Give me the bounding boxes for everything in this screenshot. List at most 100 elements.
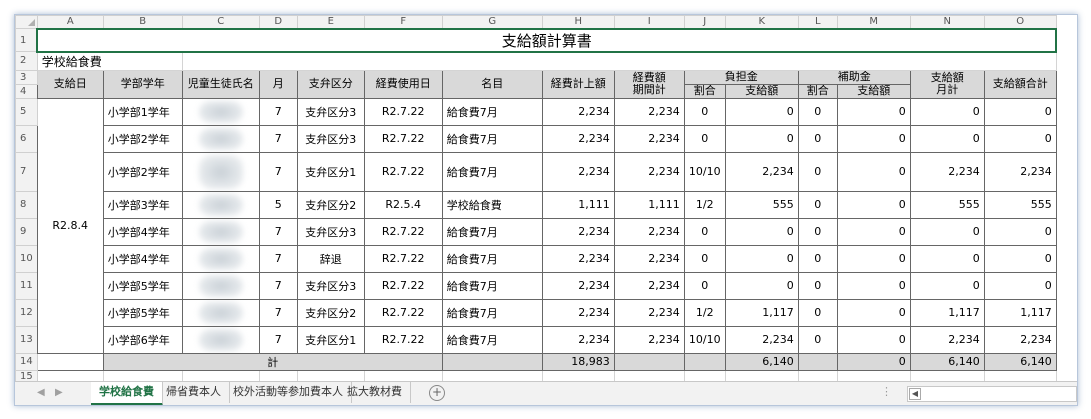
grade-cell[interactable]: 小学部2学年 <box>102 151 183 192</box>
header-expense-date[interactable]: 経費使用日 <box>363 69 443 99</box>
burden-ratio-cell[interactable]: 0 <box>683 244 726 273</box>
column-header[interactable]: E <box>296 15 365 29</box>
item-cell[interactable]: 給食費7月 <box>441 271 543 300</box>
row-header[interactable]: 5 <box>15 97 38 126</box>
grand-total-cell[interactable]: 0 <box>983 271 1057 300</box>
totals-grand-total[interactable]: 6,140 <box>983 352 1057 371</box>
expense-date-cell[interactable]: R2.7.22 <box>363 244 443 273</box>
document-title[interactable]: 支給額計算書 <box>36 27 1058 53</box>
add-sheet-icon[interactable]: + <box>429 385 445 401</box>
monthly-total-cell[interactable]: 555 <box>909 190 985 219</box>
header-month[interactable]: 月 <box>258 69 298 99</box>
column-header[interactable]: L <box>797 15 838 29</box>
item-cell[interactable]: 給食費7月 <box>441 325 543 354</box>
burden-amount-cell[interactable]: 2,234 <box>724 151 799 192</box>
row-header[interactable]: 9 <box>15 217 38 246</box>
subsidy-ratio-cell[interactable]: 0 <box>797 190 838 219</box>
category-cell[interactable]: 支弁区分3 <box>296 217 365 246</box>
grand-total-cell[interactable]: 0 <box>983 97 1057 126</box>
column-header[interactable]: B <box>102 15 183 29</box>
burden-amount-cell[interactable]: 555 <box>724 190 799 219</box>
scroll-left-arrow-icon[interactable]: ◀ <box>909 388 921 400</box>
burden-ratio-cell[interactable]: 10/10 <box>683 151 726 192</box>
month-cell[interactable]: 7 <box>258 325 298 354</box>
expense-date-cell[interactable]: R2.7.22 <box>363 124 443 153</box>
expense-period-cell[interactable]: 2,234 <box>613 325 685 354</box>
burden-amount-cell[interactable]: 0 <box>724 124 799 153</box>
month-cell[interactable]: 7 <box>258 124 298 153</box>
burden-ratio-cell[interactable]: 1/2 <box>683 190 726 219</box>
monthly-total-cell[interactable]: 2,234 <box>909 325 985 354</box>
grand-total-cell[interactable]: 1,117 <box>983 298 1057 327</box>
header-grand-total[interactable]: 支給額合計 <box>983 69 1057 99</box>
grade-cell[interactable]: 小学部1学年 <box>102 97 183 126</box>
student-name-cell[interactable] <box>181 298 260 327</box>
category-cell[interactable]: 支弁区分3 <box>296 124 365 153</box>
grade-cell[interactable]: 小学部3学年 <box>102 190 183 219</box>
category-cell[interactable]: 支弁区分3 <box>296 271 365 300</box>
month-cell[interactable]: 5 <box>258 190 298 219</box>
subsidy-amount-cell[interactable]: 0 <box>836 217 911 246</box>
monthly-total-cell[interactable]: 2,234 <box>909 151 985 192</box>
category-cell[interactable]: 辞退 <box>296 244 365 273</box>
monthly-total-cell[interactable]: 0 <box>909 97 985 126</box>
grand-total-cell[interactable]: 0 <box>983 244 1057 273</box>
column-header[interactable]: O <box>983 15 1057 29</box>
expense-period-cell[interactable]: 2,234 <box>613 97 685 126</box>
column-header[interactable]: N <box>909 15 985 29</box>
header-burden-amount[interactable]: 支給額 <box>724 83 799 99</box>
header-student-name[interactable]: 児童生徒氏名 <box>181 69 260 99</box>
empty-cell[interactable] <box>683 352 726 371</box>
burden-amount-cell[interactable]: 2,234 <box>724 325 799 354</box>
item-cell[interactable]: 給食費7月 <box>441 244 543 273</box>
header-monthly[interactable]: 支給額 月計 <box>909 69 985 99</box>
row-header[interactable]: 7 <box>15 151 38 192</box>
header-burden-ratio[interactable]: 割合 <box>683 83 726 99</box>
totals-subsidy-amount[interactable]: 0 <box>836 352 911 371</box>
column-header[interactable]: H <box>541 15 615 29</box>
expense-date-cell[interactable]: R2.7.22 <box>363 271 443 300</box>
grade-cell[interactable]: 小学部5学年 <box>102 298 183 327</box>
empty-cell[interactable] <box>797 352 838 371</box>
grade-cell[interactable]: 小学部2学年 <box>102 124 183 153</box>
totals-expense[interactable]: 18,983 <box>541 352 615 371</box>
subsidy-amount-cell[interactable]: 0 <box>836 97 911 126</box>
header-expense-period[interactable]: 経費額 期間計 <box>613 69 685 99</box>
subsidy-ratio-cell[interactable]: 0 <box>797 298 838 327</box>
expense-date-cell[interactable]: R2.7.22 <box>363 151 443 192</box>
row-header[interactable]: 13 <box>15 325 38 354</box>
section-label[interactable]: 学校給食費 <box>36 51 183 71</box>
column-header[interactable]: J <box>683 15 726 29</box>
expense-total-cell[interactable]: 2,234 <box>541 298 615 327</box>
burden-ratio-cell[interactable]: 0 <box>683 271 726 300</box>
item-cell[interactable]: 給食費7月 <box>441 151 543 192</box>
item-cell[interactable]: 学校給食費 <box>441 190 543 219</box>
row-header[interactable]: 12 <box>15 298 38 327</box>
column-header[interactable]: I <box>613 15 685 29</box>
burden-ratio-cell[interactable]: 0 <box>683 217 726 246</box>
monthly-total-cell[interactable]: 0 <box>909 217 985 246</box>
burden-ratio-cell[interactable]: 0 <box>683 124 726 153</box>
burden-ratio-cell[interactable]: 0 <box>683 97 726 126</box>
monthly-total-cell[interactable]: 0 <box>909 271 985 300</box>
column-header[interactable]: F <box>363 15 443 29</box>
subsidy-ratio-cell[interactable]: 0 <box>797 325 838 354</box>
expense-date-cell[interactable]: R2.7.22 <box>363 325 443 354</box>
expense-period-cell[interactable]: 2,234 <box>613 217 685 246</box>
splitter-handle-icon[interactable]: ⋮ <box>881 385 892 398</box>
subsidy-amount-cell[interactable]: 0 <box>836 244 911 273</box>
grand-total-cell[interactable]: 0 <box>983 124 1057 153</box>
burden-amount-cell[interactable]: 0 <box>724 271 799 300</box>
item-cell[interactable]: 給食費7月 <box>441 97 543 126</box>
expense-total-cell[interactable]: 2,234 <box>541 217 615 246</box>
item-cell[interactable]: 給食費7月 <box>441 217 543 246</box>
header-subsidy-amount[interactable]: 支給額 <box>836 83 911 99</box>
monthly-total-cell[interactable]: 0 <box>909 244 985 273</box>
expense-period-cell[interactable]: 2,234 <box>613 298 685 327</box>
row-header[interactable]: 6 <box>15 124 38 153</box>
student-name-cell[interactable] <box>181 271 260 300</box>
header-expense-total[interactable]: 経費計上額 <box>541 69 615 99</box>
expense-date-cell[interactable]: R2.7.22 <box>363 217 443 246</box>
subsidy-amount-cell[interactable]: 0 <box>836 190 911 219</box>
burden-amount-cell[interactable]: 0 <box>724 244 799 273</box>
